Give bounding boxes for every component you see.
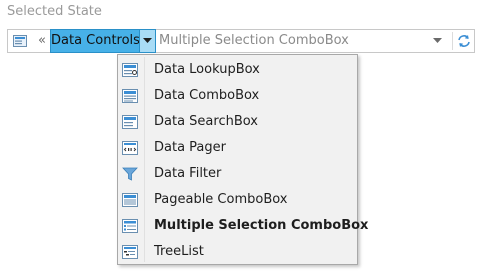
bar-divider — [452, 32, 453, 50]
path-history-dropdown[interactable] — [428, 30, 446, 52]
menu-item-multiple-selection-combobox[interactable]: Multiple Selection ComboBox — [119, 213, 368, 239]
breadcrumb-item-label[interactable]: Data Controls — [51, 30, 140, 52]
path-text[interactable]: Multiple Selection ComboBox — [159, 30, 349, 52]
menu-item-treelist[interactable]: TreeList — [119, 239, 356, 265]
section-label: Selected State — [7, 4, 102, 19]
chevron-down-icon — [433, 38, 442, 43]
menu-item-label: Data SearchBox — [154, 114, 258, 129]
refresh-icon — [458, 35, 470, 47]
chevron-down-icon — [143, 38, 152, 43]
breadcrumb-dropdown-menu: Data LookupBox Data ComboBox Data Search… — [117, 54, 368, 265]
menu-item-data-pager[interactable]: Data Pager — [119, 135, 356, 161]
breadcrumb-bar: « Data Controls Multiple Selection Combo… — [7, 29, 475, 53]
lookupbox-icon — [122, 62, 138, 78]
multiple-selection-combobox-icon — [122, 218, 138, 234]
menu-item-label: Data ComboBox — [154, 88, 260, 103]
breadcrumb-dropdown-button[interactable] — [140, 30, 155, 52]
menu-item-label: Pageable ComboBox — [154, 192, 288, 207]
pager-icon — [122, 140, 138, 156]
combobox-icon — [122, 88, 138, 104]
treelist-icon — [122, 244, 138, 260]
breadcrumb-overflow-button[interactable]: « — [35, 31, 49, 51]
breadcrumb-item-current[interactable]: Data Controls — [50, 29, 156, 53]
menu-item-data-filter[interactable]: Data Filter — [119, 161, 356, 187]
menu-item-label: Data Filter — [154, 166, 222, 181]
refresh-button[interactable] — [454, 30, 474, 52]
menu-item-label: Data Pager — [154, 140, 226, 155]
filter-icon — [122, 166, 138, 182]
menu-item-data-searchbox[interactable]: Data SearchBox — [119, 109, 356, 135]
menu-item-data-lookupbox[interactable]: Data LookupBox — [119, 57, 356, 83]
pageable-combobox-icon — [122, 192, 138, 208]
menu-item-pageable-combobox[interactable]: Pageable ComboBox — [119, 187, 356, 213]
breadcrumb-demo: Selected State « Data Controls Multiple … — [0, 0, 485, 273]
menu-item-label: TreeList — [154, 244, 204, 259]
menu-item-label: Multiple Selection ComboBox — [154, 218, 369, 233]
menu-item-label: Data LookupBox — [154, 62, 260, 77]
menu-item-data-combobox[interactable]: Data ComboBox — [119, 83, 356, 109]
root-folder-icon[interactable] — [12, 33, 28, 49]
searchbox-icon — [122, 114, 138, 130]
